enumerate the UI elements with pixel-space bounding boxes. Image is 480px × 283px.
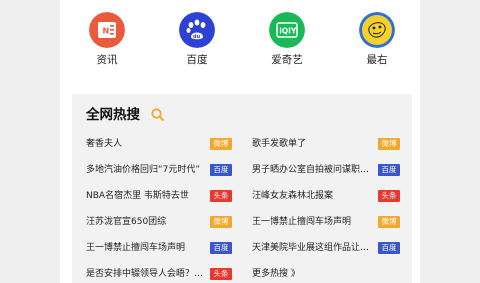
hot-item-text: 歌手发歌单了 xyxy=(252,139,307,149)
more-hot-search-link[interactable]: 更多热搜 》 xyxy=(252,266,300,282)
app-zuiyou[interactable]: 最右 xyxy=(342,12,412,67)
hot-item-text: 是否安排中辍领导人会晤？… xyxy=(86,269,204,279)
hot-item-text: 男子晒办公室自拍被问谋职打上 xyxy=(252,165,370,175)
app-label: 资讯 xyxy=(96,54,118,66)
source-badge: 头条 xyxy=(210,190,232,202)
source-badge: 百度 xyxy=(378,164,400,176)
app-label: 最右 xyxy=(366,54,388,66)
app-iqiyi[interactable]: iQIY 爱奇艺 xyxy=(252,12,322,67)
hot-item[interactable]: 奢香夫人 微博 xyxy=(86,136,236,152)
hot-item[interactable]: 是否安排中辍领导人会晤？… 头条 xyxy=(86,266,236,282)
source-badge: 微博 xyxy=(378,216,400,228)
svg-text:du: du xyxy=(193,34,201,40)
main-panel: N 资讯 du 百度 iQIY 爱奇艺 最右 全网热搜 奢香夫人 微博 多地汽油… xyxy=(60,0,420,283)
hot-item[interactable]: 汪苏泷官宣650团综 微博 xyxy=(86,214,236,230)
app-label: 爱奇艺 xyxy=(271,54,303,66)
source-badge: 头条 xyxy=(210,268,232,280)
iqiyi-icon: iQIY xyxy=(269,12,305,48)
hot-item[interactable]: 男子晒办公室自拍被问谋职打上 百度 xyxy=(252,162,402,178)
hot-item-text: 天津美院毕业展这组作品让… xyxy=(252,243,370,253)
svg-text:iQIY: iQIY xyxy=(279,27,297,36)
hot-item-text: 汪峰女友森林北报案 xyxy=(252,191,334,201)
hot-item-text: 王一博禁止擅闯车场声明 xyxy=(252,217,352,227)
app-baidu[interactable]: du 百度 xyxy=(162,12,232,67)
hot-item[interactable]: 天津美院毕业展这组作品让… 百度 xyxy=(252,240,402,256)
hot-item[interactable]: 汪峰女友森林北报案 头条 xyxy=(252,188,402,204)
source-badge: 头条 xyxy=(378,190,400,202)
hot-item[interactable]: 王一博禁止擅闯车场声明 百度 xyxy=(86,240,236,256)
zuiyou-icon xyxy=(359,12,395,48)
hot-item[interactable]: 歌手发歌单了 微博 xyxy=(252,136,402,152)
hot-item-text: 多地汽油价格回归“7元时代” xyxy=(86,165,201,175)
news-app-icon: N xyxy=(89,12,125,48)
app-news[interactable]: N 资讯 xyxy=(72,12,142,67)
source-badge: 微博 xyxy=(378,138,400,150)
source-badge: 微博 xyxy=(210,138,232,150)
hot-item[interactable]: 多地汽油价格回归“7元时代” 百度 xyxy=(86,162,236,178)
hot-item-text: 王一博禁止擅闯车场声明 xyxy=(86,243,186,253)
source-badge: 百度 xyxy=(210,164,232,176)
source-badge: 微博 xyxy=(210,216,232,228)
hot-item[interactable]: 王一博禁止擅闯车场声明 微博 xyxy=(252,214,402,230)
source-badge: 百度 xyxy=(210,242,232,254)
app-shortcuts: N 资讯 du 百度 iQIY 爱奇艺 最右 xyxy=(60,12,420,72)
svg-text:N: N xyxy=(103,27,110,36)
hot-item-text: NBA名宿杰里 韦斯特去世 xyxy=(86,191,189,201)
source-badge: 百度 xyxy=(378,242,400,254)
app-label: 百度 xyxy=(186,54,208,66)
hot-item-text: 汪苏泷官宣650团综 xyxy=(86,217,167,227)
search-icon[interactable] xyxy=(150,107,166,123)
baidu-paw-icon: du xyxy=(179,12,215,48)
hot-item[interactable]: NBA名宿杰里 韦斯特去世 头条 xyxy=(86,188,236,204)
hot-search-panel: 全网热搜 奢香夫人 微博 多地汽油价格回归“7元时代” 百度 NBA名宿杰里 韦… xyxy=(72,94,412,283)
hot-search-title: 全网热搜 xyxy=(86,107,140,123)
hot-item-text: 奢香夫人 xyxy=(86,139,123,149)
